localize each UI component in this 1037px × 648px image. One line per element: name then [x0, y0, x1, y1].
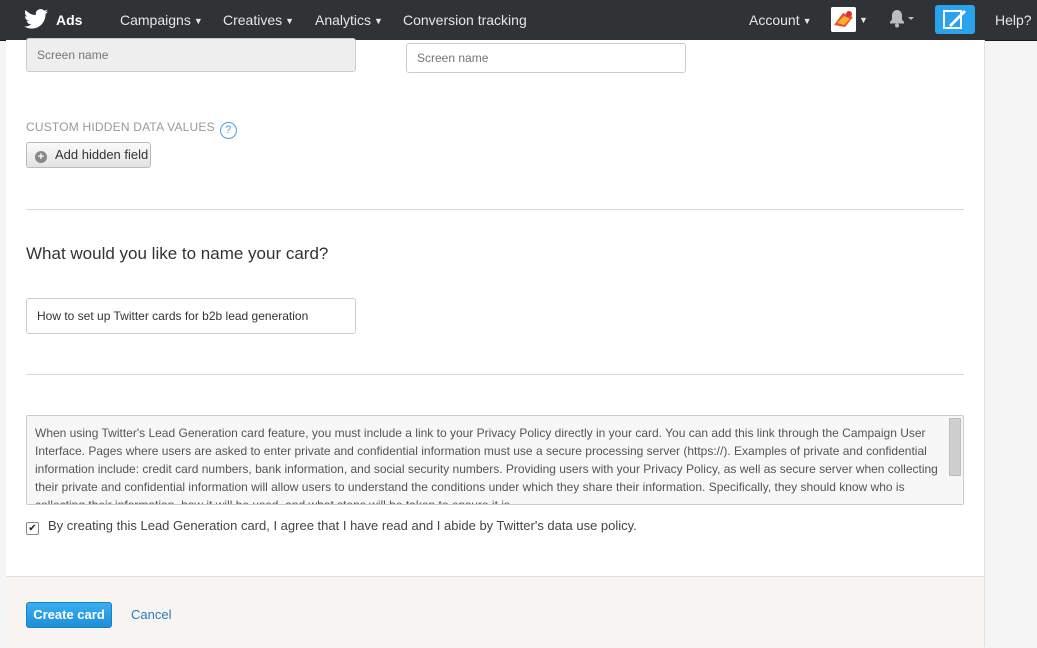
add-hidden-field-button[interactable]: + Add hidden field: [26, 142, 151, 168]
section-divider: [26, 374, 964, 375]
agree-checkbox[interactable]: ✔: [26, 522, 39, 535]
compose-tweet-button[interactable]: [935, 5, 975, 34]
twitter-bird-icon: [24, 9, 48, 29]
card-name-input[interactable]: [26, 298, 356, 334]
avatar-menu-chevron[interactable]: ▼: [859, 0, 868, 40]
nav-campaigns[interactable]: Campaigns ▼: [120, 0, 203, 40]
nav-creatives[interactable]: Creatives ▼: [223, 0, 294, 40]
terms-text: When using Twitter's Lead Generation car…: [35, 426, 938, 505]
nav-account-label: Account: [749, 12, 800, 28]
ads-home-link[interactable]: Ads: [24, 0, 82, 40]
add-hidden-field-label: Add hidden field: [55, 147, 149, 162]
cancel-link[interactable]: Cancel: [131, 607, 171, 622]
help-link[interactable]: Help?: [995, 0, 1032, 40]
terms-textarea[interactable]: When using Twitter's Lead Generation car…: [26, 415, 964, 505]
top-nav-bar: Ads Campaigns ▼ Creatives ▼ Analytics ▼ Con…: [0, 0, 1037, 41]
screen-name-input[interactable]: [406, 43, 686, 73]
chevron-down-icon: ▼: [285, 16, 295, 26]
chevron-down-icon: ▼: [193, 16, 203, 26]
nav-analytics-label: Analytics: [315, 12, 372, 28]
card-name-heading: What would you like to name your card?: [26, 244, 329, 263]
agree-label: By creating this Lead Generation card, I…: [48, 518, 637, 533]
chevron-down-icon: ▼: [374, 16, 383, 26]
nav-campaigns-label: Campaigns: [120, 12, 191, 28]
nav-conversion-tracking-label: Conversion tracking: [403, 12, 527, 28]
hidden-data-label-text: CUSTOM HIDDEN DATA VALUES: [26, 120, 215, 134]
agree-checkbox-row[interactable]: ✔ By creating this Lead Generation card, …: [26, 518, 637, 535]
form-footer: Create card Cancel: [6, 576, 984, 648]
hidden-data-section-label: CUSTOM HIDDEN DATA VALUES?: [26, 120, 237, 139]
help-icon[interactable]: ?: [219, 122, 237, 139]
create-card-button[interactable]: Create card: [26, 602, 112, 628]
chevron-down-icon: ▼: [859, 15, 868, 25]
chevron-down-icon: ▼: [802, 16, 812, 26]
avatar[interactable]: [831, 7, 856, 32]
bell-icon: [890, 10, 914, 28]
card-form-panel: CUSTOM HIDDEN DATA VALUES? + Add hidden f…: [6, 38, 985, 648]
notifications-button[interactable]: [888, 9, 916, 34]
plus-circle-icon: +: [35, 151, 47, 163]
avatar-image-icon: [831, 7, 856, 32]
compose-icon: [943, 10, 966, 29]
terms-scrollbar[interactable]: [949, 418, 961, 476]
brand-label: Ads: [56, 12, 83, 28]
section-divider: [26, 209, 964, 210]
nav-analytics[interactable]: Analytics ▼: [315, 0, 383, 40]
help-label: Help?: [995, 12, 1032, 28]
nav-creatives-label: Creatives: [223, 12, 283, 28]
screen-name-input-disabled[interactable]: [26, 38, 356, 72]
nav-account[interactable]: Account ▼: [749, 0, 812, 40]
nav-conversion-tracking[interactable]: Conversion tracking: [403, 0, 527, 40]
